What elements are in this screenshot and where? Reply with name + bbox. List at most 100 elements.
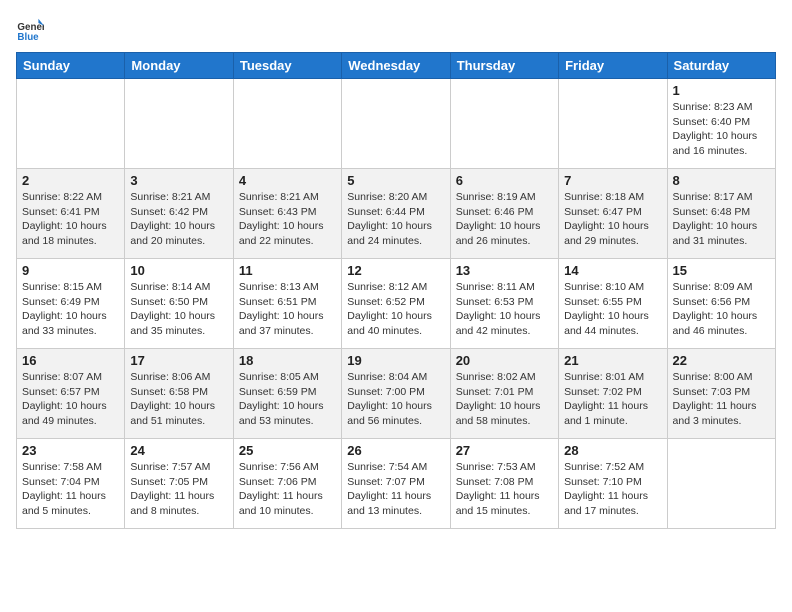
day-info: Sunrise: 8:20 AM Sunset: 6:44 PM Dayligh… bbox=[347, 190, 444, 249]
calendar-table: SundayMondayTuesdayWednesdayThursdayFrid… bbox=[16, 52, 776, 529]
day-info: Sunrise: 8:12 AM Sunset: 6:52 PM Dayligh… bbox=[347, 280, 444, 339]
day-number: 22 bbox=[673, 353, 770, 368]
calendar-week-row: 16 Sunrise: 8:07 AM Sunset: 6:57 PM Dayli… bbox=[17, 349, 776, 439]
calendar-cell: 28 Sunrise: 7:52 AM Sunset: 7:10 PM Dayli… bbox=[559, 439, 667, 529]
day-info: Sunrise: 8:15 AM Sunset: 6:49 PM Dayligh… bbox=[22, 280, 119, 339]
day-info: Sunrise: 8:21 AM Sunset: 6:42 PM Dayligh… bbox=[130, 190, 227, 249]
calendar-cell bbox=[667, 439, 775, 529]
calendar-cell: 10 Sunrise: 8:14 AM Sunset: 6:50 PM Dayli… bbox=[125, 259, 233, 349]
day-info: Sunrise: 8:14 AM Sunset: 6:50 PM Dayligh… bbox=[130, 280, 227, 339]
day-number: 26 bbox=[347, 443, 444, 458]
day-info: Sunrise: 8:21 AM Sunset: 6:43 PM Dayligh… bbox=[239, 190, 336, 249]
calendar-cell bbox=[559, 79, 667, 169]
day-info: Sunrise: 8:18 AM Sunset: 6:47 PM Dayligh… bbox=[564, 190, 661, 249]
day-number: 10 bbox=[130, 263, 227, 278]
calendar-cell: 7 Sunrise: 8:18 AM Sunset: 6:47 PM Daylig… bbox=[559, 169, 667, 259]
day-info: Sunrise: 8:23 AM Sunset: 6:40 PM Dayligh… bbox=[673, 100, 770, 159]
calendar-cell: 15 Sunrise: 8:09 AM Sunset: 6:56 PM Dayli… bbox=[667, 259, 775, 349]
day-info: Sunrise: 7:53 AM Sunset: 7:08 PM Dayligh… bbox=[456, 460, 553, 519]
day-number: 21 bbox=[564, 353, 661, 368]
day-number: 19 bbox=[347, 353, 444, 368]
day-info: Sunrise: 8:00 AM Sunset: 7:03 PM Dayligh… bbox=[673, 370, 770, 429]
calendar-cell: 8 Sunrise: 8:17 AM Sunset: 6:48 PM Daylig… bbox=[667, 169, 775, 259]
day-info: Sunrise: 8:13 AM Sunset: 6:51 PM Dayligh… bbox=[239, 280, 336, 339]
day-number: 6 bbox=[456, 173, 553, 188]
weekday-header-wednesday: Wednesday bbox=[342, 53, 450, 79]
calendar-cell bbox=[450, 79, 558, 169]
day-number: 18 bbox=[239, 353, 336, 368]
day-info: Sunrise: 8:05 AM Sunset: 6:59 PM Dayligh… bbox=[239, 370, 336, 429]
calendar-cell: 20 Sunrise: 8:02 AM Sunset: 7:01 PM Dayli… bbox=[450, 349, 558, 439]
calendar-cell: 2 Sunrise: 8:22 AM Sunset: 6:41 PM Daylig… bbox=[17, 169, 125, 259]
day-number: 15 bbox=[673, 263, 770, 278]
day-info: Sunrise: 8:22 AM Sunset: 6:41 PM Dayligh… bbox=[22, 190, 119, 249]
day-number: 23 bbox=[22, 443, 119, 458]
weekday-header-sunday: Sunday bbox=[17, 53, 125, 79]
day-number: 7 bbox=[564, 173, 661, 188]
calendar-cell: 16 Sunrise: 8:07 AM Sunset: 6:57 PM Dayli… bbox=[17, 349, 125, 439]
day-number: 13 bbox=[456, 263, 553, 278]
day-info: Sunrise: 7:56 AM Sunset: 7:06 PM Dayligh… bbox=[239, 460, 336, 519]
calendar-cell: 19 Sunrise: 8:04 AM Sunset: 7:00 PM Dayli… bbox=[342, 349, 450, 439]
day-number: 25 bbox=[239, 443, 336, 458]
weekday-header-friday: Friday bbox=[559, 53, 667, 79]
day-info: Sunrise: 7:58 AM Sunset: 7:04 PM Dayligh… bbox=[22, 460, 119, 519]
day-info: Sunrise: 8:19 AM Sunset: 6:46 PM Dayligh… bbox=[456, 190, 553, 249]
day-number: 2 bbox=[22, 173, 119, 188]
day-info: Sunrise: 8:01 AM Sunset: 7:02 PM Dayligh… bbox=[564, 370, 661, 429]
day-info: Sunrise: 8:17 AM Sunset: 6:48 PM Dayligh… bbox=[673, 190, 770, 249]
calendar-cell: 9 Sunrise: 8:15 AM Sunset: 6:49 PM Daylig… bbox=[17, 259, 125, 349]
calendar-week-row: 23 Sunrise: 7:58 AM Sunset: 7:04 PM Dayli… bbox=[17, 439, 776, 529]
day-number: 17 bbox=[130, 353, 227, 368]
day-info: Sunrise: 7:57 AM Sunset: 7:05 PM Dayligh… bbox=[130, 460, 227, 519]
day-number: 20 bbox=[456, 353, 553, 368]
weekday-header-tuesday: Tuesday bbox=[233, 53, 341, 79]
day-info: Sunrise: 8:07 AM Sunset: 6:57 PM Dayligh… bbox=[22, 370, 119, 429]
weekday-header-thursday: Thursday bbox=[450, 53, 558, 79]
day-info: Sunrise: 8:06 AM Sunset: 6:58 PM Dayligh… bbox=[130, 370, 227, 429]
calendar-cell: 25 Sunrise: 7:56 AM Sunset: 7:06 PM Dayli… bbox=[233, 439, 341, 529]
calendar-cell: 13 Sunrise: 8:11 AM Sunset: 6:53 PM Dayli… bbox=[450, 259, 558, 349]
logo-icon: General Blue bbox=[16, 16, 44, 44]
calendar-cell: 21 Sunrise: 8:01 AM Sunset: 7:02 PM Dayli… bbox=[559, 349, 667, 439]
svg-text:Blue: Blue bbox=[17, 32, 39, 43]
day-number: 28 bbox=[564, 443, 661, 458]
calendar-cell: 18 Sunrise: 8:05 AM Sunset: 6:59 PM Dayli… bbox=[233, 349, 341, 439]
logo: General Blue bbox=[16, 16, 48, 44]
calendar-cell: 26Sunrise: 7:54 AM Sunset: 7:07 PM Dayli… bbox=[342, 439, 450, 529]
day-info: Sunrise: 8:11 AM Sunset: 6:53 PM Dayligh… bbox=[456, 280, 553, 339]
calendar-week-row: 1 Sunrise: 8:23 AM Sunset: 6:40 PM Daylig… bbox=[17, 79, 776, 169]
calendar-cell: 5 Sunrise: 8:20 AM Sunset: 6:44 PM Daylig… bbox=[342, 169, 450, 259]
calendar-cell: 27 Sunrise: 7:53 AM Sunset: 7:08 PM Dayli… bbox=[450, 439, 558, 529]
calendar-cell: 3 Sunrise: 8:21 AM Sunset: 6:42 PM Daylig… bbox=[125, 169, 233, 259]
day-number: 4 bbox=[239, 173, 336, 188]
calendar-cell bbox=[125, 79, 233, 169]
calendar-cell: 4 Sunrise: 8:21 AM Sunset: 6:43 PM Daylig… bbox=[233, 169, 341, 259]
day-number: 8 bbox=[673, 173, 770, 188]
day-number: 9 bbox=[22, 263, 119, 278]
day-info: Sunrise: 8:04 AM Sunset: 7:00 PM Dayligh… bbox=[347, 370, 444, 429]
day-number: 3 bbox=[130, 173, 227, 188]
weekday-header-monday: Monday bbox=[125, 53, 233, 79]
calendar-cell bbox=[342, 79, 450, 169]
day-number: 11 bbox=[239, 263, 336, 278]
day-info: Sunrise: 8:02 AM Sunset: 7:01 PM Dayligh… bbox=[456, 370, 553, 429]
day-number: 16 bbox=[22, 353, 119, 368]
day-number: 27 bbox=[456, 443, 553, 458]
calendar-cell: 22 Sunrise: 8:00 AM Sunset: 7:03 PM Dayli… bbox=[667, 349, 775, 439]
day-number: 1 bbox=[673, 83, 770, 98]
day-number: 12 bbox=[347, 263, 444, 278]
calendar-week-row: 9 Sunrise: 8:15 AM Sunset: 6:49 PM Daylig… bbox=[17, 259, 776, 349]
calendar-cell: 1 Sunrise: 8:23 AM Sunset: 6:40 PM Daylig… bbox=[667, 79, 775, 169]
calendar-cell bbox=[17, 79, 125, 169]
day-info: Sunrise: 8:09 AM Sunset: 6:56 PM Dayligh… bbox=[673, 280, 770, 339]
day-info: Sunrise: 7:52 AM Sunset: 7:10 PM Dayligh… bbox=[564, 460, 661, 519]
calendar-week-row: 2 Sunrise: 8:22 AM Sunset: 6:41 PM Daylig… bbox=[17, 169, 776, 259]
day-number: 5 bbox=[347, 173, 444, 188]
day-number: 14 bbox=[564, 263, 661, 278]
calendar-cell: 14Sunrise: 8:10 AM Sunset: 6:55 PM Dayli… bbox=[559, 259, 667, 349]
weekday-header-saturday: Saturday bbox=[667, 53, 775, 79]
page-header: General Blue bbox=[16, 16, 776, 44]
day-number: 24 bbox=[130, 443, 227, 458]
calendar-cell: 23 Sunrise: 7:58 AM Sunset: 7:04 PM Dayli… bbox=[17, 439, 125, 529]
